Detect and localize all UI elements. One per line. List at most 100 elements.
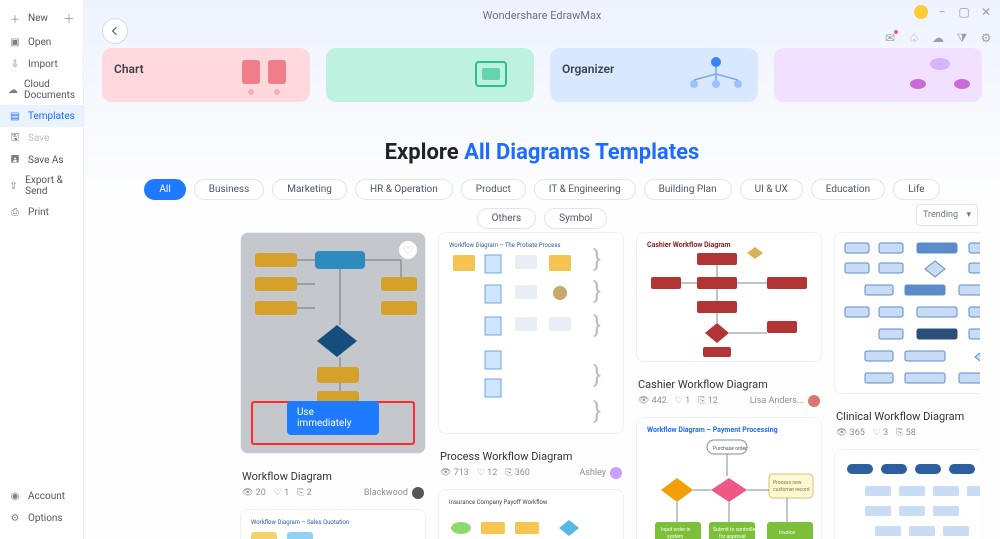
template-card-process[interactable]: Workflow Diagram – The Probate Process }… <box>438 232 624 434</box>
app-title: Wondershare EdrawMax <box>483 9 602 22</box>
filter-pill-it-engineering[interactable]: IT & Engineering <box>534 179 636 200</box>
hero-card-2[interactable] <box>326 48 534 102</box>
filter-pill-ui-ux[interactable]: UI & UX <box>740 179 803 200</box>
eye-icon: 👁 20 <box>242 488 266 498</box>
filter-pill-business[interactable]: Business <box>194 179 264 200</box>
sidebar-item-new[interactable]: ＋ New ＋ <box>0 6 83 31</box>
cloud-icon: ☁ <box>8 83 18 97</box>
saveas-icon: 🖪 <box>8 153 22 167</box>
avatar <box>412 487 424 499</box>
filter-pill-education[interactable]: Education <box>811 179 885 200</box>
hero-cards: Chart Organizer <box>84 48 1000 102</box>
bell-icon[interactable]: ♤ <box>906 30 922 46</box>
sidebar-item-open[interactable]: ▣ Open <box>0 31 83 53</box>
svg-text:system: system <box>667 534 684 539</box>
sidebar-item-label: Save <box>28 133 49 144</box>
use-immediately-button[interactable]: Use immediately <box>287 401 379 435</box>
sidebar-item-label: Export & Send <box>25 175 75 197</box>
sidebar-item-cloud-documents[interactable]: ☁ Cloud Documents <box>0 75 83 105</box>
template-meta: Cashier Workflow Diagram 👁 442 ♡ 1 ⎘ 12 … <box>636 372 822 409</box>
sidebar-item-label: Import <box>28 59 58 70</box>
hero-card-4[interactable] <box>774 48 982 102</box>
avatar <box>808 395 820 407</box>
sidebar-item-label: Print <box>28 207 49 218</box>
close-button[interactable]: ✕ <box>978 4 994 20</box>
template-card[interactable]: Workflow Diagram – Payment Processing Pu… <box>636 417 822 539</box>
svg-text:}: } <box>593 311 601 339</box>
avatar <box>610 467 622 479</box>
filter-pill-marketing[interactable]: Marketing <box>272 179 347 200</box>
sidebar-item-label: Open <box>28 37 51 48</box>
filter-pills: All Business Marketing HR & Operation Produc… <box>84 179 1000 229</box>
print-icon: ⎙ <box>8 205 22 219</box>
svg-text:Workflow Diagram – The Probate: Workflow Diagram – The Probate Process <box>449 242 561 249</box>
template-card[interactable] <box>834 449 980 539</box>
user-icon: ◉ <box>8 489 22 503</box>
template-card-workflow[interactable]: Use immediately ♡ <box>240 232 426 454</box>
messages-icon[interactable]: ✉ <box>882 30 898 46</box>
sidebar-item-export-&-send[interactable]: ⇪ Export & Send <box>0 171 83 201</box>
hero-card-chart[interactable]: Chart <box>102 48 310 102</box>
sidebar-item-import[interactable]: ⇩ Import <box>0 53 83 75</box>
svg-text:Process new: Process new <box>773 480 802 486</box>
back-button[interactable] <box>102 18 128 44</box>
svg-text:Submit to controller: Submit to controller <box>713 527 757 533</box>
svg-text:Cashier Workflow Diagram: Cashier Workflow Diagram <box>647 241 731 249</box>
filter-pill-building-plan[interactable]: Building Plan <box>644 179 732 200</box>
sidebar-item-account[interactable]: ◉Account <box>0 485 83 507</box>
sidebar-item-label: Save As <box>28 155 64 166</box>
sort-dropdown[interactable]: Trending ▾ <box>916 204 978 226</box>
minimize-button[interactable]: − <box>934 4 950 20</box>
plus-file-icon: ＋ <box>8 12 22 26</box>
template-meta: Process Workflow Diagram 👁 713 ♡ 12 ⎘ 36… <box>438 444 624 481</box>
cloud-status-icon[interactable]: ☁ <box>930 30 946 46</box>
filter-pill-others[interactable]: Others <box>477 208 537 229</box>
settings-icon[interactable]: ⚙ <box>978 30 994 46</box>
import-icon: ⇩ <box>8 57 22 71</box>
filter-pill-all[interactable]: All <box>144 179 185 200</box>
svg-text:}: } <box>593 361 601 389</box>
sidebar-item-label: Templates <box>28 111 75 122</box>
sidebar-item-label: Cloud Documents <box>24 79 75 101</box>
filter-pill-product[interactable]: Product <box>461 179 526 200</box>
copy-icon: ⎘ 2 <box>297 488 312 498</box>
page-title: Explore All Diagrams Templates <box>84 140 1000 165</box>
svg-text:for approval: for approval <box>719 533 746 539</box>
svg-text:customer record: customer record <box>773 487 810 493</box>
sidebar-item-save-as[interactable]: 🖪 Save As <box>0 149 83 171</box>
sidebar-item-save[interactable]: 🖫Save <box>0 127 83 149</box>
maximize-button[interactable]: ▢ <box>956 4 972 20</box>
title-bar: Wondershare EdrawMax − ▢ ✕ <box>84 0 1000 30</box>
filter-pill-symbol[interactable]: Symbol <box>544 208 607 229</box>
svg-text:Input order in: Input order in <box>661 527 691 533</box>
svg-text:}: } <box>593 397 601 425</box>
svg-text:Insurance Company Payoff Workf: Insurance Company Payoff Workflow <box>449 499 548 506</box>
sidebar-item-templates[interactable]: ▤Templates <box>0 105 83 127</box>
plus-icon[interactable]: ＋ <box>63 10 75 27</box>
hero-card-organizer[interactable]: Organizer <box>550 48 758 102</box>
gear-icon: ⚙ <box>8 511 22 525</box>
sidebar-item-label: New <box>28 13 48 24</box>
svg-text:Workflow Diagram – Payment Pro: Workflow Diagram – Payment Processing <box>647 426 778 434</box>
template-grid: Use immediately ♡ Workflow Diagram 👁 20 … <box>240 232 980 539</box>
template-card-clinical[interactable] <box>834 232 980 394</box>
filter-icon[interactable]: ⧩ <box>954 30 970 46</box>
template-card[interactable]: Insurance Company Payoff Workflow <box>438 489 624 539</box>
template-card[interactable]: Workflow Diagram – Sales Quotation <box>240 509 426 539</box>
template-meta: Clinical Workflow Diagram 👁 365 ♡ 3 ⎘ 58… <box>834 404 980 441</box>
template-card-cashier[interactable]: Cashier Workflow Diagram <box>636 232 822 362</box>
template-meta: Workflow Diagram 👁 20 ♡ 1 ⎘ 2 Blackwood <box>240 464 426 501</box>
filter-pill-hr-operation[interactable]: HR & Operation <box>355 179 453 200</box>
svg-text:Purchase order: Purchase order <box>713 446 747 452</box>
chevron-down-icon: ▾ <box>966 210 971 220</box>
export-icon: ⇪ <box>8 179 19 193</box>
heart-icon: ♡ 1 <box>274 488 289 498</box>
svg-text:Invoice: Invoice <box>779 530 795 536</box>
filter-pill-life[interactable]: Life <box>893 179 939 200</box>
folder-icon: ▣ <box>8 35 22 49</box>
sidebar: ＋ New ＋ ▣ Open ⇩ Import ☁ Cloud Documents ▤Templa… <box>0 0 84 539</box>
sidebar-item-options[interactable]: ⚙Options <box>0 507 83 529</box>
sidebar-item-print[interactable]: ⎙ Print <box>0 201 83 223</box>
brand-badge-icon <box>914 5 928 19</box>
favorite-icon[interactable]: ♡ <box>399 241 417 259</box>
